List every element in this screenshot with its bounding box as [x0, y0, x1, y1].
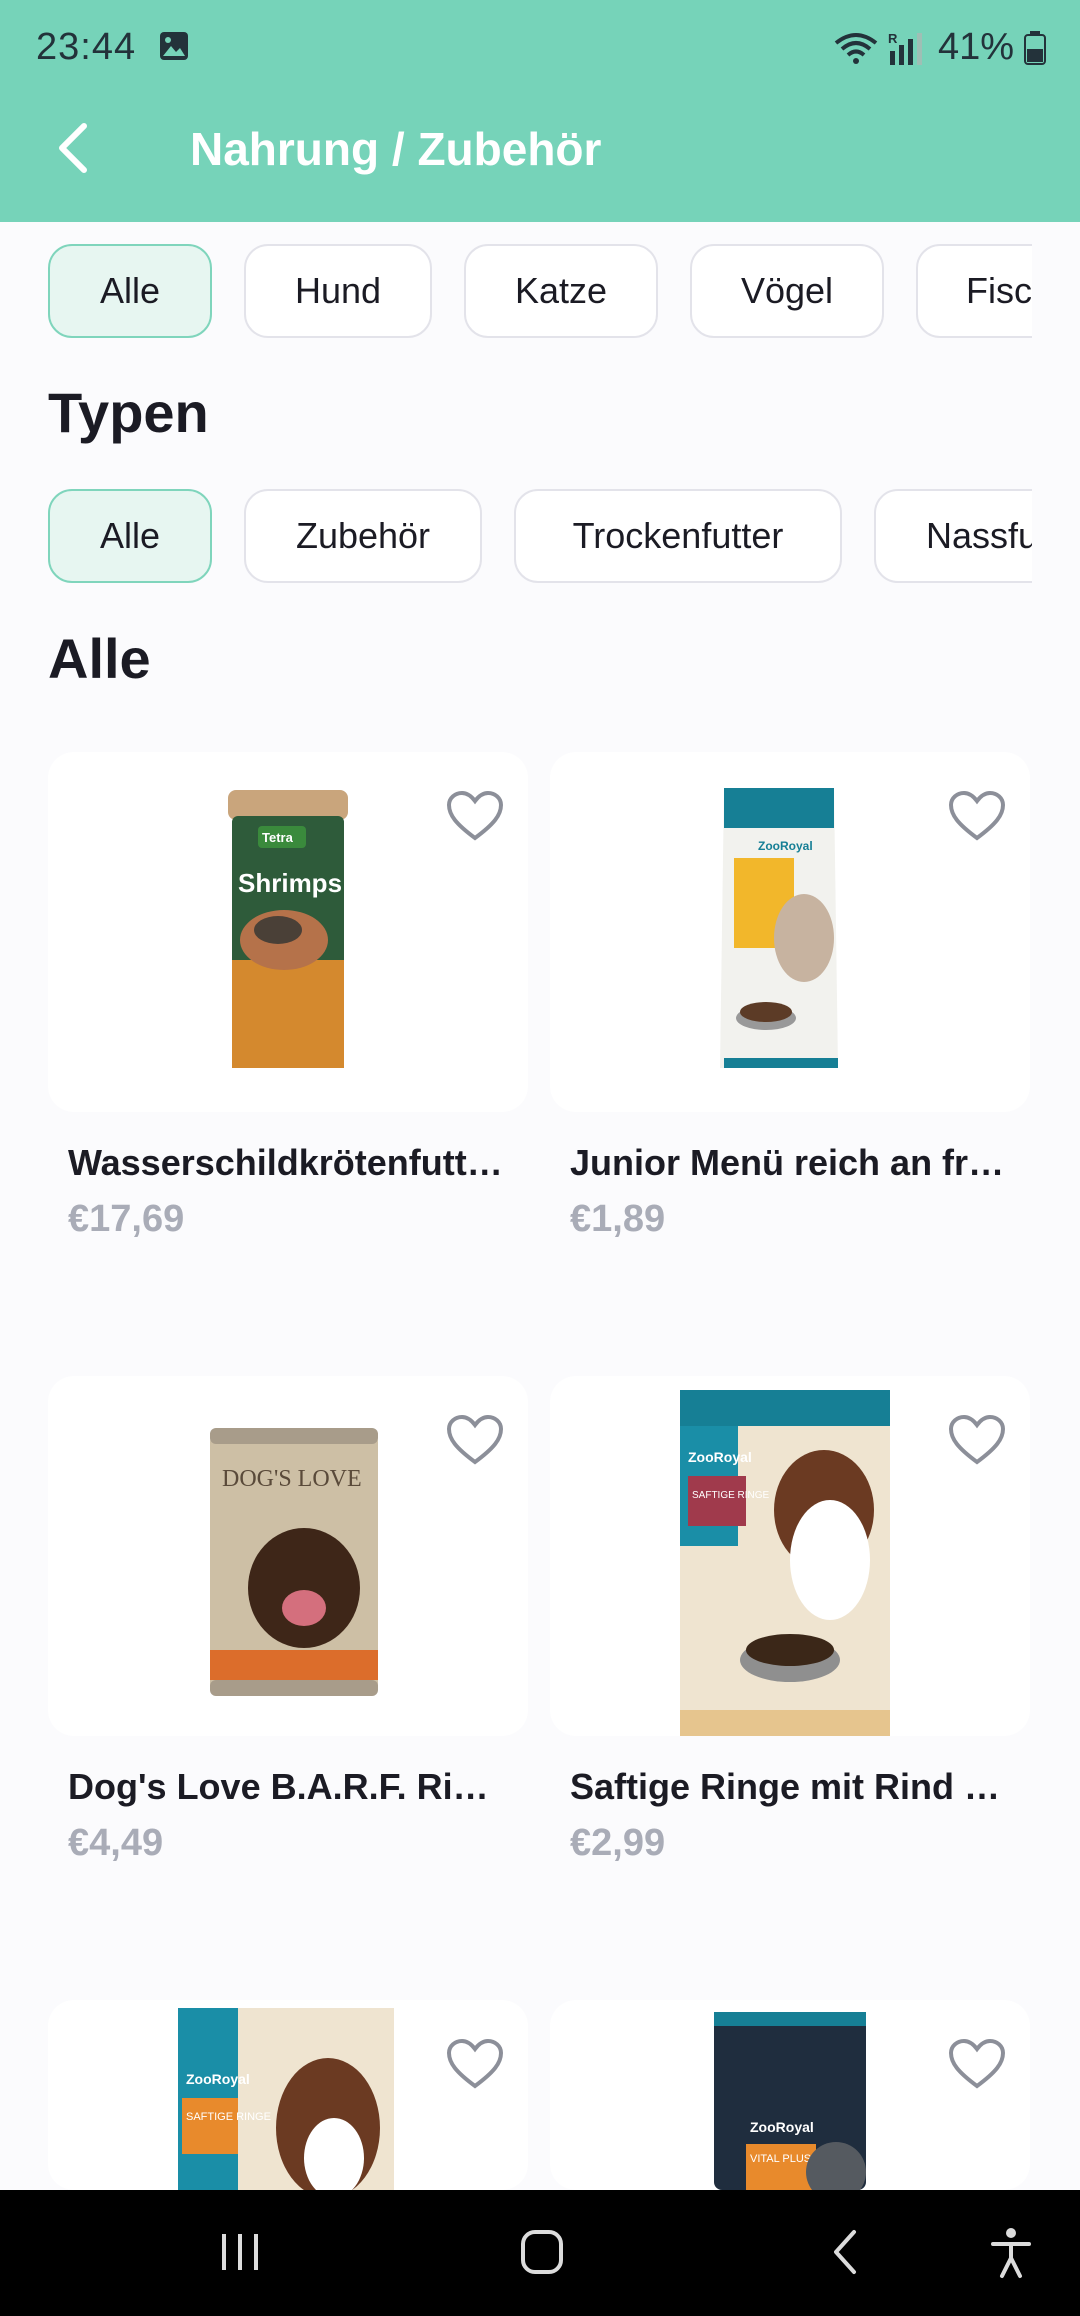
chip-type-nassfutter[interactable]: Nassfu: [874, 489, 1032, 583]
svg-text:ZooRoyal: ZooRoyal: [758, 839, 813, 853]
product-price: €1,89: [570, 1198, 666, 1240]
svg-text:DOG'S LOVE: DOG'S LOVE: [222, 1466, 362, 1492]
product-price: €4,49: [68, 1822, 164, 1864]
types-heading: Typen: [48, 381, 209, 444]
product-bag-image: ZooRoyal SAFTIGE RINGE: [680, 1390, 890, 1736]
heart-icon[interactable]: [446, 1414, 504, 1466]
recents-icon[interactable]: [218, 2224, 264, 2280]
chip-type-zubehoer[interactable]: Zubehör: [244, 489, 482, 583]
product-name[interactable]: Dog's Love B.A.R.F. Rin…: [68, 1766, 508, 1808]
back-icon[interactable]: [826, 2224, 866, 2280]
accessibility-icon[interactable]: [988, 2224, 1034, 2280]
status-bar: 23:44 R 41%: [0, 0, 1080, 92]
product-name[interactable]: Wasserschildkrötenfutt…: [68, 1142, 508, 1184]
svg-text:VITAL PLUS: VITAL PLUS: [750, 2153, 811, 2165]
svg-text:Shrimps: Shrimps: [238, 868, 342, 898]
heart-icon[interactable]: [948, 1414, 1006, 1466]
product-bag-image: ZooRoyal SAFTIGE RINGE: [178, 2008, 394, 2190]
signal-icon: R: [888, 31, 922, 65]
product-price: €2,99: [570, 1822, 666, 1864]
chip-animal-voegel[interactable]: Vögel: [690, 244, 884, 338]
product-name[interactable]: Junior Menü reich an fri…: [570, 1142, 1010, 1184]
heart-icon[interactable]: [446, 790, 504, 842]
chip-animal-alle[interactable]: Alle: [48, 244, 212, 338]
chip-animal-fisch[interactable]: Fisc: [916, 244, 1032, 338]
product-image[interactable]: ZooRoyal SAFTIGE RINGE: [48, 2000, 528, 2190]
svg-text:R: R: [888, 31, 898, 46]
heart-icon[interactable]: [446, 2038, 504, 2090]
product-name[interactable]: Saftige Ringe mit Rind …: [570, 1766, 1010, 1808]
svg-text:ZooRoyal: ZooRoyal: [186, 2071, 250, 2087]
heart-icon[interactable]: [948, 790, 1006, 842]
svg-text:Tetra: Tetra: [262, 830, 294, 845]
wifi-icon: [834, 32, 878, 64]
chip-type-trockenfutter[interactable]: Trockenfutter: [514, 489, 842, 583]
system-nav-bar: [0, 2190, 1080, 2316]
chip-animal-hund[interactable]: Hund: [244, 244, 432, 338]
gallery-icon: [160, 32, 188, 60]
battery-icon: [1024, 30, 1046, 65]
chevron-left-icon[interactable]: [50, 118, 98, 178]
product-tub-image: Tetra Shrimps: [228, 790, 348, 1068]
chip-type-alle[interactable]: Alle: [48, 489, 212, 583]
product-bag-image: ZooRoyal: [720, 788, 838, 1068]
battery-level: 41%: [937, 26, 1014, 68]
list-heading: Alle: [48, 627, 151, 690]
chip-animal-katze[interactable]: Katze: [464, 244, 658, 338]
app-header: 23:44 R 41% Nahrung / Zubehör: [0, 0, 1080, 222]
page-title: Nahrung / Zubehör: [190, 123, 602, 175]
status-time: 23:44: [36, 26, 137, 68]
product-price: €17,69: [68, 1198, 185, 1240]
home-icon[interactable]: [518, 2224, 566, 2280]
svg-text:ZooRoyal: ZooRoyal: [750, 2119, 814, 2135]
svg-text:ZooRoyal: ZooRoyal: [688, 1449, 752, 1465]
product-bag-image: ZooRoyal VITAL PLUS: [714, 2012, 866, 2190]
heart-icon[interactable]: [948, 2038, 1006, 2090]
animal-filter-row[interactable]: Alle Hund Katze Vögel Fisc: [48, 244, 1032, 340]
svg-text:SAFTIGE RINGE: SAFTIGE RINGE: [692, 1490, 770, 1501]
product-can-image: DOG'S LOVE: [210, 1428, 378, 1696]
type-filter-row[interactable]: Alle Zubehör Trockenfutter Nassfu: [48, 489, 1032, 585]
svg-text:SAFTIGE RINGE: SAFTIGE RINGE: [186, 2111, 271, 2123]
product-image[interactable]: ZooRoyal VITAL PLUS: [550, 2000, 1030, 2190]
